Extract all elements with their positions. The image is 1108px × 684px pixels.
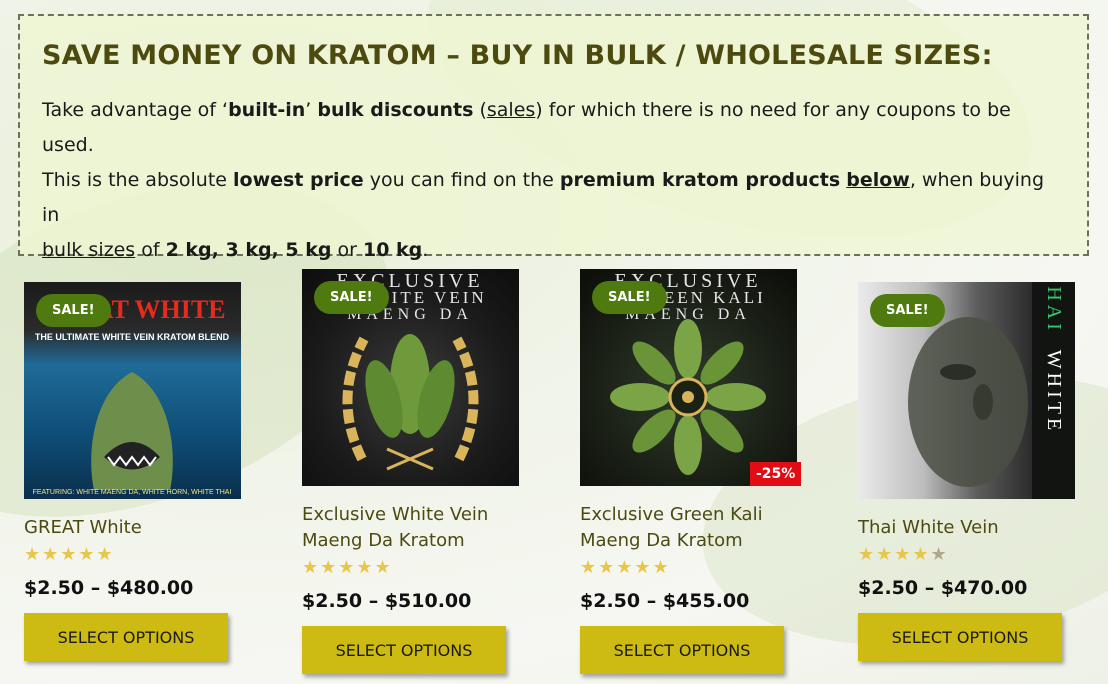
sale-badge: SALE! bbox=[592, 281, 667, 314]
rating-stars: ★★★★★ bbox=[302, 557, 393, 578]
select-options-button[interactable]: SELECT OPTIONS bbox=[24, 613, 228, 661]
sale-badge: SALE! bbox=[314, 281, 389, 314]
product-price: $2.50 – $480.00 bbox=[24, 577, 194, 599]
product-title[interactable]: Exclusive White Vein Maeng Da Kratom bbox=[302, 502, 488, 554]
bulk-discount-banner: SAVE MONEY ON KRATOM – BUY IN BULK / WHO… bbox=[18, 14, 1089, 261]
rating-stars: ★★★★★ bbox=[580, 557, 671, 578]
product-title[interactable]: GREAT White bbox=[24, 515, 142, 541]
product-price: $2.50 – $470.00 bbox=[858, 577, 1028, 599]
rating-stars: ★★★★★ bbox=[24, 544, 115, 565]
product-title[interactable]: Exclusive Green Kali Maeng Da Kratom bbox=[580, 502, 763, 554]
product-price: $2.50 – $455.00 bbox=[580, 590, 750, 612]
banner-text: Take advantage of ‘built-in’ bulk discou… bbox=[42, 99, 1045, 261]
sale-badge: SALE! bbox=[870, 294, 945, 327]
image-sub-text: THE ULTIMATE WHITE VEIN KRATOM BLEND bbox=[35, 332, 230, 342]
select-options-button[interactable]: SELECT OPTIONS bbox=[302, 626, 506, 674]
rating-stars: ★★★★★ bbox=[858, 544, 949, 565]
image-bottom-text: FEATURING: WHITE MAENG DA, WHITE HORN, W… bbox=[33, 489, 232, 496]
select-options-button[interactable]: SELECT OPTIONS bbox=[858, 613, 1062, 661]
bulk-sizes-link[interactable]: bulk sizes bbox=[42, 239, 135, 261]
image-sub-text: WHITE bbox=[1043, 350, 1065, 434]
select-options-button[interactable]: SELECT OPTIONS bbox=[580, 626, 784, 674]
discount-badge: -25% bbox=[750, 462, 802, 486]
product-title[interactable]: Thai White Vein bbox=[858, 515, 999, 541]
banner-heading: SAVE MONEY ON KRATOM – BUY IN BULK / WHO… bbox=[42, 40, 993, 71]
sales-link[interactable]: sales bbox=[487, 99, 535, 121]
sale-badge: SALE! bbox=[36, 294, 111, 327]
image-title-text: THAI bbox=[1043, 282, 1065, 334]
product-price: $2.50 – $510.00 bbox=[302, 590, 472, 612]
below-link[interactable]: below bbox=[846, 169, 910, 191]
